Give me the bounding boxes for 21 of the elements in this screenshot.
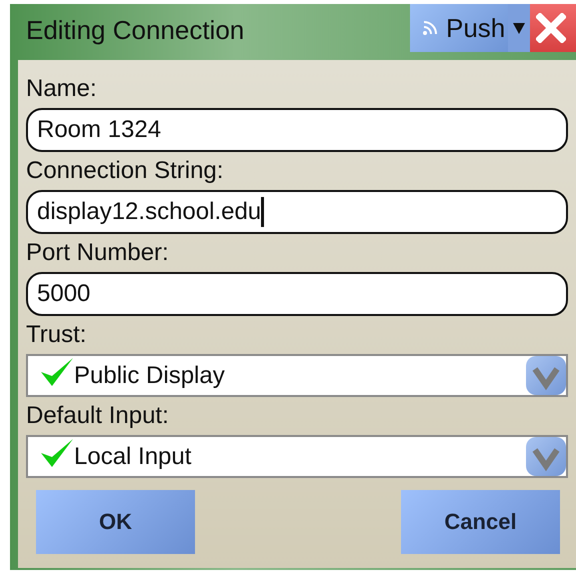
input-field[interactable]: 5000 (26, 272, 568, 316)
dropdown-field[interactable]: Public Display (26, 354, 568, 397)
dropdown-button[interactable] (526, 437, 566, 476)
window-title: Editing Connection (25, 14, 244, 46)
push-button[interactable]: Push (410, 4, 508, 52)
dropdown-field[interactable]: Local Input (26, 435, 568, 478)
dropdown-button[interactable] (508, 4, 530, 52)
caret-icon (512, 21, 526, 35)
close-icon (536, 13, 566, 43)
field-label: Trust: (26, 320, 88, 350)
field-label: Port Number: (26, 238, 170, 268)
field-label: Name: (26, 74, 98, 104)
input-field[interactable]: display12.school.edu (26, 190, 568, 234)
dropdown-button[interactable] (526, 356, 566, 395)
close-button[interactable] (530, 4, 576, 52)
input-field[interactable]: Room 1324 (26, 108, 568, 152)
field-label: Default Input: (26, 401, 170, 431)
rss-icon (422, 20, 438, 36)
dialog-button[interactable]: Cancel (401, 490, 560, 554)
field-label: Connection String: (26, 156, 224, 186)
dialog-button[interactable]: OK (36, 490, 195, 554)
